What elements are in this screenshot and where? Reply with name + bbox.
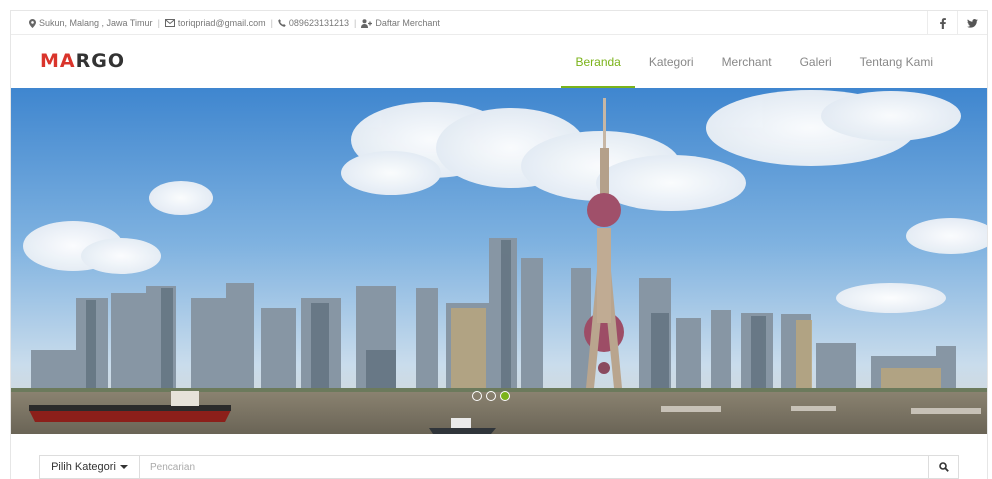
merchant-register-text[interactable]: Daftar Merchant [375, 18, 440, 28]
address-text: Sukun, Malang , Jawa Timur [39, 18, 153, 28]
main-navbar: MARGO Beranda Kategori Merchant Galeri T… [11, 35, 987, 88]
twitter-icon[interactable] [957, 11, 987, 35]
nav-item-kategori[interactable]: Kategori [635, 35, 708, 88]
phone-info[interactable]: 089623131213 [278, 18, 349, 28]
slider-dot-1[interactable] [472, 391, 482, 401]
nav-item-merchant[interactable]: Merchant [708, 35, 786, 88]
slider-dot-2[interactable] [486, 391, 496, 401]
facebook-icon[interactable] [927, 11, 957, 35]
caret-down-icon [119, 465, 128, 469]
slider-dot-3-active[interactable] [500, 391, 510, 401]
city-skyline-image [11, 88, 987, 434]
divider: | [270, 18, 273, 28]
search-button[interactable] [928, 456, 958, 478]
divider: | [354, 18, 357, 28]
envelope-icon [164, 19, 175, 27]
logo-accent-text: MA [40, 50, 76, 72]
margo-logo[interactable]: MARGO [40, 50, 125, 72]
social-links [927, 11, 987, 35]
nav-item-galeri[interactable]: Galeri [786, 35, 846, 88]
search-bar: Pilih Kategori [39, 455, 959, 479]
search-input[interactable] [140, 456, 928, 478]
phone-text[interactable]: 089623131213 [289, 18, 349, 28]
top-info-bar: Sukun, Malang , Jawa Timur | toriqpriad@… [11, 11, 987, 35]
category-dropdown-label: Pilih Kategori [51, 461, 116, 473]
nav-item-beranda[interactable]: Beranda [561, 35, 636, 88]
map-marker-icon [29, 18, 36, 28]
hero-slider[interactable] [11, 88, 987, 434]
user-plus-icon [361, 18, 373, 28]
main-menu: Beranda Kategori Merchant Galeri Tentang… [561, 35, 947, 88]
logo-rest-text: RGO [75, 50, 126, 72]
email-text[interactable]: toriqpriad@gmail.com [178, 18, 266, 28]
address-info: Sukun, Malang , Jawa Timur [29, 18, 153, 28]
merchant-register-link[interactable]: Daftar Merchant [361, 18, 440, 28]
category-dropdown-button[interactable]: Pilih Kategori [40, 456, 140, 478]
contact-info: Sukun, Malang , Jawa Timur | toriqpriad@… [29, 11, 440, 35]
divider: | [157, 18, 160, 28]
nav-item-tentang-kami[interactable]: Tentang Kami [846, 35, 947, 88]
page-frame: Sukun, Malang , Jawa Timur | toriqpriad@… [10, 10, 988, 479]
phone-icon [278, 19, 286, 27]
slider-indicators [472, 391, 510, 401]
email-info[interactable]: toriqpriad@gmail.com [164, 18, 266, 28]
search-icon [938, 462, 949, 472]
